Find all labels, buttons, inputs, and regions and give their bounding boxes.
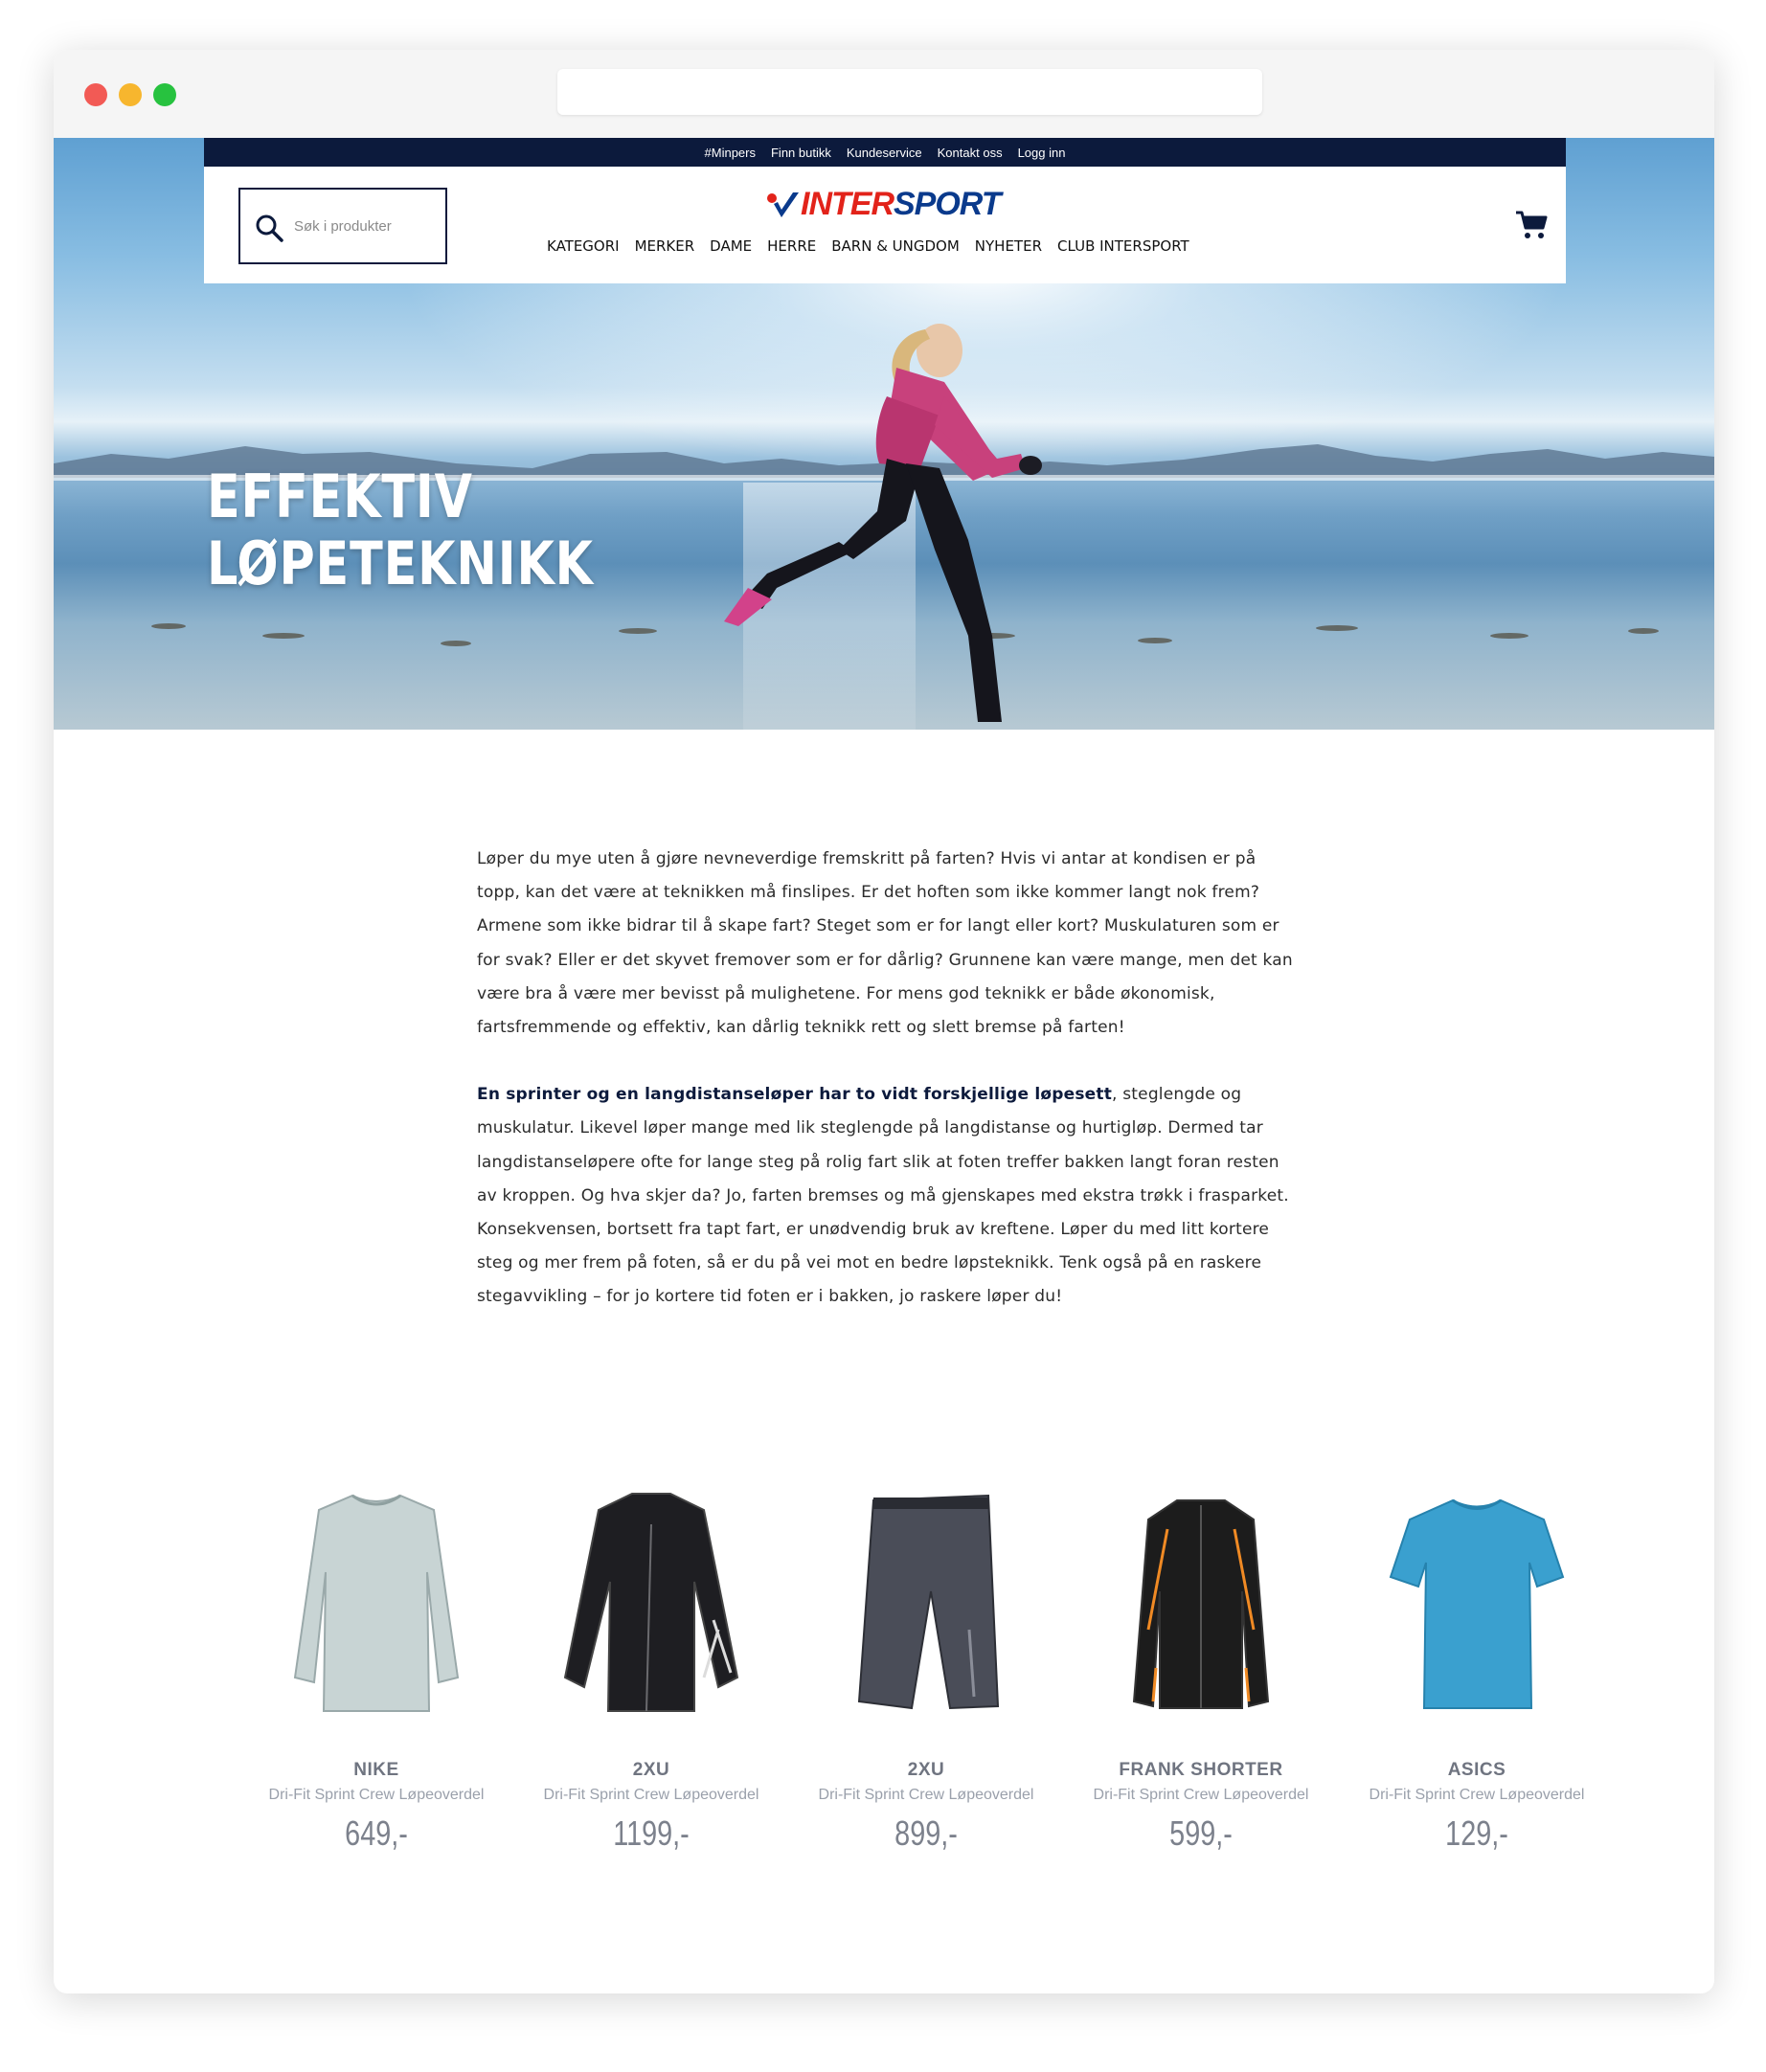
compression-shorts-icon [857, 1494, 1000, 1710]
nav-item-club-intersport[interactable]: CLUB INTERSPORT [1050, 237, 1197, 255]
utility-link-kundeservice[interactable]: Kundeservice [847, 146, 922, 160]
maximize-window-button[interactable] [153, 83, 176, 106]
nav-item-dame[interactable]: DAME [702, 237, 759, 255]
nav-item-herre[interactable]: HERRE [759, 237, 824, 255]
hero-title-line2: LØPETEKNIKK [207, 529, 594, 598]
browser-window: EFFEKTIV LØPETEKNIKK #Minpers Finn butik… [54, 50, 1714, 1993]
article-paragraph-2-rest: , steglengde og muskulatur. Likevel løpe… [477, 1085, 1289, 1307]
utility-link-logg-inn[interactable]: Logg inn [1018, 146, 1066, 160]
browser-chrome [54, 50, 1714, 138]
product-card[interactable]: FRANK SHORTER Dri-Fit Sprint Crew Løpeov… [1067, 1486, 1335, 1854]
product-price: 1199,- [613, 1813, 690, 1853]
product-price: 599,- [1169, 1813, 1233, 1853]
t-shirt-icon [1389, 1498, 1565, 1709]
product-name: Dri-Fit Sprint Crew Løpeoverdel [1369, 1787, 1585, 1803]
shopping-cart-icon[interactable] [1514, 209, 1549, 241]
product-name: Dri-Fit Sprint Crew Løpeoverdel [1093, 1787, 1309, 1803]
product-card[interactable]: ASICS Dri-Fit Sprint Crew Løpeoverdel 12… [1343, 1486, 1611, 1854]
article-paragraph-2: En sprinter og en langdistanseløper har … [477, 1078, 1301, 1314]
product-card[interactable]: 2XU Dri-Fit Sprint Crew Løpeoverdel 1199… [517, 1486, 785, 1854]
article-body: Løper du mye uten å gjøre nevneverdige f… [477, 843, 1301, 1348]
nav-item-merker[interactable]: MERKER [627, 237, 703, 255]
hero-title-line1: EFFEKTIV [207, 462, 473, 531]
product-list: NIKE Dri-Fit Sprint Crew Løpeoverdel 649… [54, 1486, 1714, 1888]
nav-item-kategori[interactable]: KATEGORI [539, 237, 627, 255]
search-box[interactable] [238, 188, 447, 264]
product-brand: ASICS [1447, 1760, 1506, 1780]
product-name: Dri-Fit Sprint Crew Løpeoverdel [818, 1787, 1034, 1803]
hero-title: EFFEKTIV LØPETEKNIKK [207, 463, 594, 597]
main-nav: KATEGORI MERKER DAME HERRE BARN & UNGDOM… [539, 237, 1197, 255]
product-brand: 2XU [907, 1760, 945, 1780]
nav-item-nyheter[interactable]: NYHETER [967, 237, 1050, 255]
utility-link-finn-butikk[interactable]: Finn butikk [771, 146, 831, 160]
product-price: 129,- [1445, 1813, 1508, 1853]
logo-part-inter: INTER [801, 186, 894, 222]
compression-top-icon [563, 1493, 739, 1712]
utility-link-minpers[interactable]: #Minpers [705, 146, 756, 160]
product-card[interactable]: NIKE Dri-Fit Sprint Crew Løpeoverdel 649… [242, 1486, 510, 1854]
utility-link-kontakt-oss[interactable]: Kontakt oss [938, 146, 1003, 160]
minimize-window-button[interactable] [119, 83, 142, 106]
address-bar[interactable] [557, 69, 1262, 115]
product-price: 899,- [894, 1813, 958, 1853]
long-sleeve-shirt-icon [293, 1494, 460, 1712]
running-jacket-icon [1132, 1499, 1270, 1709]
logo-wordmark: INTERSPORT [801, 186, 1002, 223]
close-window-button[interactable] [84, 83, 107, 106]
intersport-logo-mark [767, 191, 799, 217]
nav-item-barn-ungdom[interactable]: BARN & UNGDOM [824, 237, 967, 255]
intersport-logo[interactable]: INTERSPORT [766, 186, 1002, 223]
product-name: Dri-Fit Sprint Crew Løpeoverdel [268, 1787, 485, 1803]
search-input[interactable] [294, 209, 438, 243]
product-brand: FRANK SHORTER [1119, 1760, 1283, 1780]
product-brand: 2XU [632, 1760, 670, 1780]
article-paragraph-2-lead: En sprinter og en langdistanseløper har … [477, 1085, 1113, 1105]
product-price: 649,- [345, 1813, 408, 1853]
site-header: INTERSPORT KATEGORI MERKER DAME HERRE BA… [204, 167, 1566, 283]
utility-bar: #Minpers Finn butikk Kundeservice Kontak… [204, 138, 1566, 167]
product-name: Dri-Fit Sprint Crew Løpeoverdel [543, 1787, 759, 1803]
article-paragraph-1: Løper du mye uten å gjøre nevneverdige f… [477, 849, 1293, 1038]
search-icon[interactable] [254, 213, 284, 243]
product-brand: NIKE [353, 1760, 399, 1780]
product-card[interactable]: 2XU Dri-Fit Sprint Crew Løpeoverdel 899,… [792, 1486, 1060, 1854]
logo-part-sport: SPORT [894, 186, 1002, 222]
